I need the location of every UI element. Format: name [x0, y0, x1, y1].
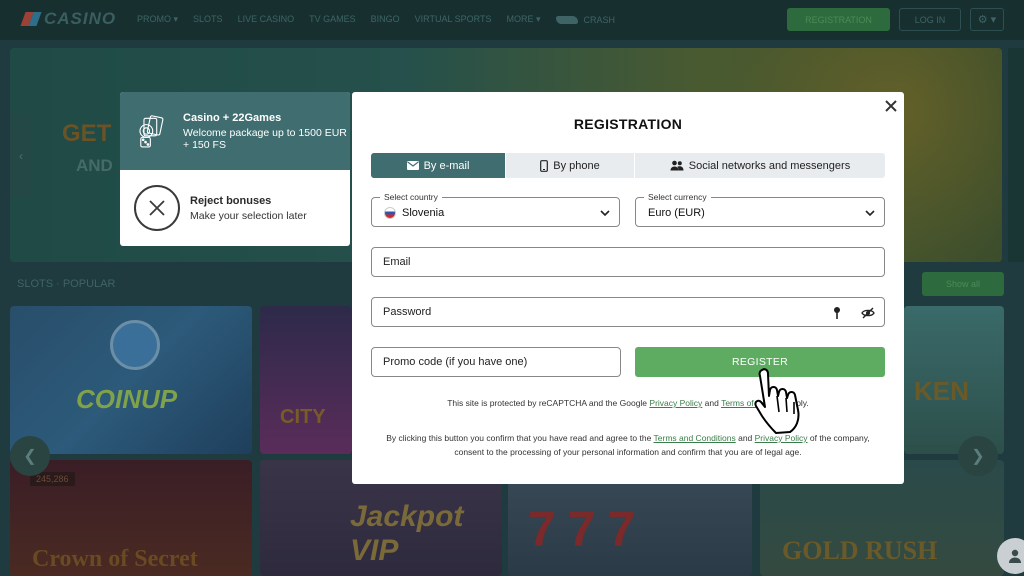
bonus-option-text: Reject bonuses Make your selection later: [190, 195, 307, 222]
country-value-wrap: Slovenia: [384, 207, 444, 219]
promo-code-input[interactable]: [372, 348, 620, 376]
country-select[interactable]: Select country Slovenia: [371, 192, 620, 227]
eye-off-icon[interactable]: [861, 306, 875, 320]
bonus-option-title: Casino + 22Games: [183, 111, 282, 124]
users-icon: [670, 160, 684, 171]
recaptcha-text: This site is protected by reCAPTCHA and …: [447, 398, 650, 408]
email-input[interactable]: [372, 248, 884, 276]
game-tile-chicken[interactable]: KEN: [904, 306, 1004, 454]
nav-label: PROMO: [137, 14, 172, 24]
carousel-prev-button[interactable]: ❮: [10, 436, 50, 476]
country-value: Slovenia: [402, 207, 445, 219]
hero-prev-button[interactable]: ‹: [10, 114, 32, 198]
nav-item-bingo[interactable]: BINGO: [371, 14, 400, 25]
tab-by-phone[interactable]: By phone: [505, 153, 635, 178]
promo-field-wrap: [371, 347, 621, 377]
section-title: SLOTS · POPULAR: [17, 278, 116, 290]
nav-item-virtual-sports[interactable]: VIRTUAL SPORTS: [415, 14, 492, 25]
settings-gear-button[interactable]: ⚙ ▾: [970, 8, 1004, 31]
close-button[interactable]: [882, 97, 900, 115]
hero-next-edge: [1008, 48, 1024, 262]
show-all-button[interactable]: Show all: [922, 272, 1004, 296]
bonus-option-casino[interactable]: Casino + 22Games Welcome package up to 1…: [120, 92, 350, 170]
bonus-selection-panel: Casino + 22Games Welcome package up to 1…: [120, 92, 350, 246]
close-icon: [885, 100, 897, 112]
phone-icon: [540, 159, 549, 172]
password-field-wrap: [371, 297, 885, 327]
slovenia-flag-icon: [384, 207, 396, 219]
chevron-left-icon: ❮: [23, 448, 37, 465]
game-title: CITY: [280, 406, 326, 428]
terms-and-conditions-link[interactable]: Terms and Conditions: [654, 433, 736, 443]
recaptcha-and: and: [702, 398, 722, 408]
top-navigation-bar: CASINO PROMO ▾ SLOTS LIVE CASINO TV GAME…: [0, 0, 1024, 40]
currency-value: Euro (EUR): [648, 207, 705, 219]
logo-mark-icon: [22, 10, 40, 28]
nav-item-tv-games[interactable]: TV GAMES: [309, 14, 356, 25]
chevron-down-icon: [865, 210, 875, 217]
game-title: GOLD RUSH: [782, 536, 938, 565]
chevron-down-icon: [600, 210, 610, 217]
carousel-next-button[interactable]: ❯: [958, 436, 998, 476]
header-registration-button[interactable]: REGISTRATION: [787, 8, 890, 31]
tab-label: By e-mail: [423, 159, 470, 172]
nav-label: Crash: [583, 14, 616, 25]
chevron-left-icon: ‹: [19, 149, 23, 163]
game-tile-crown-of-secret[interactable]: 245,286 Crown of Secret: [10, 460, 252, 576]
coin-icon: [110, 320, 160, 370]
nav-item-more[interactable]: MORE ▾: [506, 14, 540, 25]
country-label: Select country: [380, 192, 442, 202]
bonus-option-description: Make your selection later: [190, 209, 307, 222]
chevron-right-icon: ❯: [971, 448, 985, 465]
tab-by-email[interactable]: By e-mail: [371, 153, 505, 178]
bonus-option-description: Welcome package up to 1500 EUR + 150 FS: [183, 126, 347, 151]
game-title: KEN: [914, 376, 969, 406]
recaptcha-notice: This site is protected by reCAPTCHA and …: [352, 398, 904, 408]
google-privacy-policy-link[interactable]: Privacy Policy: [649, 398, 702, 408]
hand-cursor-icon: [754, 368, 800, 434]
game-tile-coinup[interactable]: COINUP: [10, 306, 252, 454]
main-nav: PROMO ▾ SLOTS LIVE CASINO TV GAMES BINGO…: [137, 14, 615, 25]
game-title: Jackpot VIP: [350, 500, 464, 567]
game-title: COINUP: [76, 384, 178, 414]
site-logo[interactable]: CASINO: [22, 9, 116, 29]
nav-item-slots[interactable]: SLOTS: [193, 14, 223, 25]
currency-label: Select currency: [644, 192, 711, 202]
gear-icon: ⚙ ▾: [977, 14, 997, 26]
bonus-option-title: Reject bonuses: [190, 194, 272, 207]
plane-icon: [555, 15, 578, 24]
game-tile-city[interactable]: CITY: [260, 306, 352, 454]
game-title: 777: [528, 501, 648, 557]
header-login-button[interactable]: LOG IN: [899, 8, 961, 31]
nav-item-crash[interactable]: Crash: [555, 14, 616, 25]
tab-label: Social networks and messengers: [688, 159, 851, 172]
logo-text: CASINO: [44, 9, 117, 28]
key-icon[interactable]: [831, 306, 843, 320]
registration-modal: REGISTRATION By e-mail By phone Social n…: [352, 92, 904, 484]
legal-prefix: By clicking this button you confirm that…: [386, 433, 654, 443]
email-field-wrap: [371, 247, 885, 277]
support-icon: [1009, 549, 1021, 563]
nav-item-live-casino[interactable]: LIVE CASINO: [238, 14, 295, 25]
game-title: Crown of Secret: [32, 546, 198, 572]
hero-heading: GET: [62, 120, 112, 147]
hero-subheading: AND: [76, 156, 113, 175]
nav-item-promo[interactable]: PROMO ▾: [137, 14, 178, 25]
envelope-icon: [406, 161, 419, 170]
modal-title: REGISTRATION: [573, 116, 683, 132]
password-input[interactable]: [372, 298, 884, 326]
currency-select[interactable]: Select currency Euro (EUR): [635, 192, 885, 227]
registration-method-tabs: By e-mail By phone Social networks and m…: [371, 153, 885, 178]
tab-social-networks[interactable]: Social networks and messengers: [635, 153, 885, 178]
cards-dice-icon: [139, 115, 164, 148]
bonus-option-reject[interactable]: Reject bonuses Make your selection later: [120, 170, 350, 246]
nav-label: MORE: [506, 14, 534, 24]
bonus-option-text: Casino + 22Games Welcome package up to 1…: [183, 112, 350, 151]
reject-x-icon: [134, 185, 180, 231]
tab-label: By phone: [553, 159, 600, 172]
